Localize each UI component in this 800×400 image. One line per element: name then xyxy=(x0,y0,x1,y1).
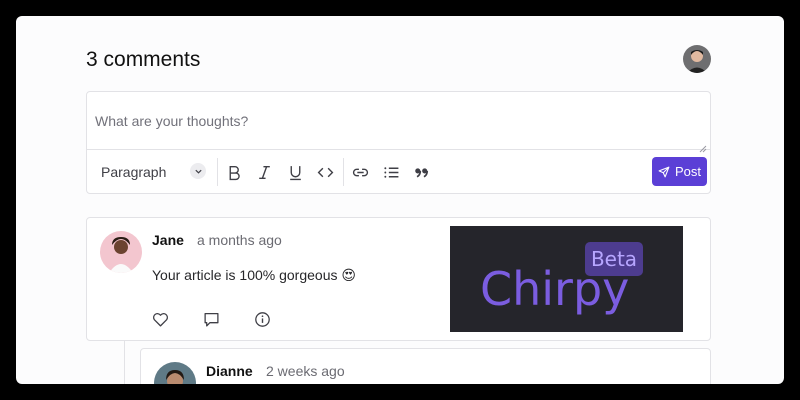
comment-editor: What are your thoughts? Paragraph Post xyxy=(86,91,711,194)
reply-timestamp[interactable]: 2 weeks ago xyxy=(266,363,345,379)
heart-icon[interactable] xyxy=(151,310,169,328)
editor-toolbar: Paragraph Post xyxy=(87,151,710,193)
reply-author[interactable]: Dianne xyxy=(206,363,253,379)
toolbar-divider xyxy=(217,158,218,186)
code-icon[interactable] xyxy=(315,162,335,182)
beta-badge: Beta xyxy=(585,242,643,276)
avatar[interactable] xyxy=(100,231,142,273)
info-icon[interactable] xyxy=(253,310,271,328)
italic-icon[interactable] xyxy=(254,162,274,182)
post-button[interactable]: Post xyxy=(652,157,707,186)
comment-card: Jane a months ago Your article is 100% g… xyxy=(86,217,711,341)
quote-icon[interactable] xyxy=(411,162,431,182)
comment-body: Your article is 100% gorgeous 😍 xyxy=(152,267,356,283)
comment-textarea[interactable]: What are your thoughts? xyxy=(87,92,710,150)
send-icon xyxy=(658,166,670,177)
post-button-label: Post xyxy=(674,164,701,179)
comment-author[interactable]: Jane xyxy=(152,232,184,248)
chevron-down-icon[interactable] xyxy=(190,163,206,179)
list-icon[interactable] xyxy=(381,162,401,182)
link-icon[interactable] xyxy=(350,162,370,182)
resize-handle-icon[interactable] xyxy=(699,140,707,153)
reply-icon[interactable] xyxy=(202,310,220,328)
toolbar-divider xyxy=(343,158,344,186)
underline-icon[interactable] xyxy=(285,162,305,182)
block-type-select[interactable]: Paragraph xyxy=(101,164,166,180)
comment-image: Chirpy Beta xyxy=(450,226,683,332)
comment-placeholder: What are your thoughts? xyxy=(95,113,249,129)
comment-timestamp[interactable]: a months ago xyxy=(197,232,282,248)
bold-icon[interactable] xyxy=(224,162,244,182)
comments-widget: 3 comments What are your thoughts? Parag… xyxy=(16,16,784,384)
reply-card: Dianne 2 weeks ago xyxy=(140,348,711,384)
reply-thread-line xyxy=(124,341,125,384)
avatar[interactable] xyxy=(154,362,196,384)
comments-count-title: 3 comments xyxy=(86,48,201,71)
current-user-avatar[interactable] xyxy=(683,45,711,73)
